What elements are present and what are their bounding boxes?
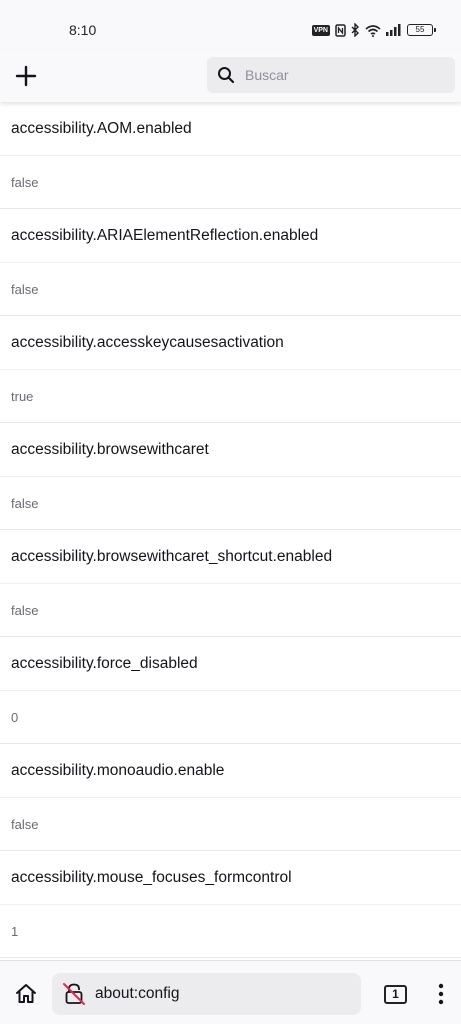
preference-item[interactable]: accessibility.force_disabled 0 [0,637,461,744]
top-toolbar [0,50,461,102]
preference-item[interactable]: accessibility.ARIAElementReflection.enab… [0,209,461,316]
preference-item[interactable]: accessibility.mouse_focuses_formcontrol … [0,851,461,958]
search-input[interactable] [245,67,435,83]
bluetooth-icon [351,23,359,37]
status-icons: VPN 55 [311,22,436,38]
url-text[interactable]: about:config [95,985,179,1003]
search-icon [218,67,235,84]
vpn-icon: VPN [311,24,330,36]
preference-name: accessibility.browsewithcaret [0,423,461,477]
preference-value: false [11,495,39,511]
home-icon [16,984,36,1003]
main-menu-button[interactable] [430,981,452,1007]
preference-item[interactable]: accessibility.AOM.enabled false [0,102,461,209]
preference-list: accessibility.AOM.enabled false accessib… [0,102,461,960]
preference-name: accessibility.ARIAElementReflection.enab… [0,209,461,263]
preference-value: false [11,602,39,618]
preference-value: false [11,816,39,832]
preference-name: accessibility.force_disabled [0,637,461,691]
plus-icon [15,65,37,87]
preference-value: 1 [11,923,19,939]
preference-value: false [11,174,39,190]
kebab-menu-icon [438,983,444,1005]
preference-name: accessibility.browsewithcaret_shortcut.e… [0,530,461,584]
status-time: 8:10 [69,22,97,38]
search-box[interactable] [207,57,455,93]
home-button[interactable] [12,980,40,1008]
bottom-toolbar: about:config 1 [0,960,461,1024]
add-preference-button[interactable] [12,62,40,90]
preference-value: 0 [11,709,19,725]
preference-item[interactable]: accessibility.browsewithcaret false [0,423,461,530]
tabs-counter-button[interactable]: 1 [384,985,407,1004]
preference-item[interactable]: accessibility.monoaudio.enable false [0,744,461,851]
preference-item[interactable]: accessibility.accesskeycausesactivation … [0,316,461,423]
preference-value: false [11,281,39,297]
preference-name: accessibility.monoaudio.enable [0,744,461,798]
preference-name: accessibility.mouse_focuses_formcontrol [0,851,461,905]
preference-value: true [11,388,34,404]
wifi-icon [365,24,381,37]
preference-item[interactable]: accessibility.browsewithcaret_shortcut.e… [0,530,461,637]
broken-lock-icon[interactable] [62,982,86,1006]
battery-icon: 55 [407,24,436,36]
signal-icon [386,24,401,36]
nfc-icon [335,23,346,37]
preference-name: accessibility.accesskeycausesactivation [0,316,461,370]
address-bar[interactable]: about:config [52,973,361,1015]
preference-name: accessibility.AOM.enabled [0,102,461,156]
status-bar: 8:10 VPN 55 [0,0,461,50]
